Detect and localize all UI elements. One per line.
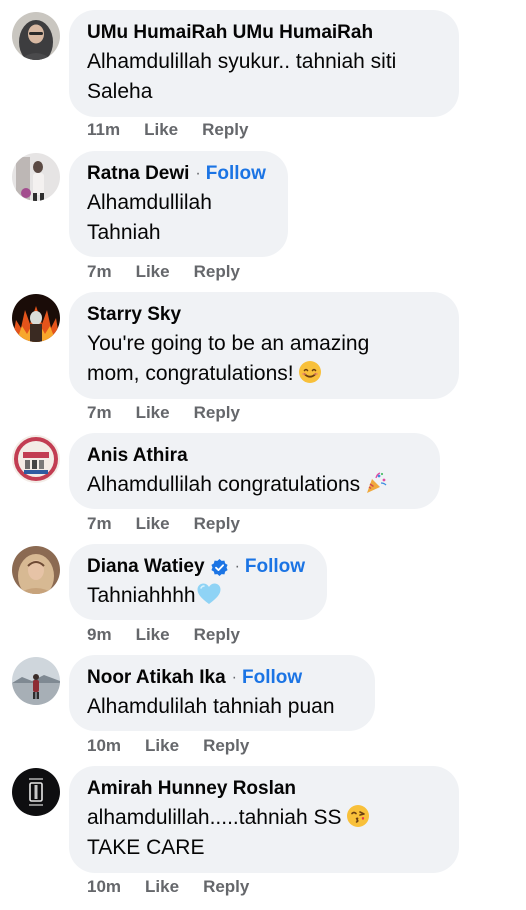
like-button[interactable]: Like: [145, 735, 179, 757]
follow-button[interactable]: Follow: [206, 160, 266, 188]
author-line: Noor Atikah Ika · Follow: [87, 664, 357, 692]
author-line: UMu HumaiRah UMu HumaiRah: [87, 19, 441, 47]
comment-actions: 9m Like Reply: [87, 624, 240, 646]
comment-bubble: Starry Sky You're going to be an amazing…: [69, 292, 459, 399]
face-blowing-kiss-emoji-icon: [346, 804, 370, 828]
comment-text: alhamdulillah.....tahniah SS TAKE CARE: [87, 803, 441, 863]
comment-time[interactable]: 10m: [87, 735, 121, 757]
profile-photo-hijab-woman-icon: [12, 12, 60, 60]
avatar[interactable]: [12, 657, 60, 705]
profile-photo-dark-logo-icon: [12, 768, 60, 816]
author-name[interactable]: Noor Atikah Ika: [87, 664, 226, 692]
comment-text: Tahniahhhh: [87, 581, 309, 611]
comment-time[interactable]: 9m: [87, 624, 112, 646]
avatar[interactable]: [12, 12, 60, 60]
comment-text-second-line: TAKE CARE: [87, 836, 205, 859]
author-line: Ratna Dewi · Follow: [87, 160, 270, 188]
comment-text-first-line: alhamdulillah.....tahniah SS: [87, 806, 342, 829]
like-button[interactable]: Like: [145, 876, 179, 898]
comment-bubble: Noor Atikah Ika · Follow Alhamdulilah ta…: [69, 655, 375, 731]
reply-button[interactable]: Reply: [202, 119, 248, 141]
comment-actions: 10m Like Reply: [87, 735, 249, 757]
comment-actions: 10m Like Reply: [87, 876, 249, 898]
reply-button[interactable]: Reply: [194, 402, 240, 424]
separator-dot: ·: [195, 165, 201, 182]
party-popper-emoji-icon: [364, 471, 388, 495]
author-line: Amirah Hunney Roslan: [87, 775, 441, 803]
comment-time[interactable]: 7m: [87, 402, 112, 424]
separator-dot: ·: [231, 669, 237, 686]
like-button[interactable]: Like: [136, 624, 170, 646]
light-blue-heart-emoji-icon: [196, 582, 222, 606]
comment-text: Alhamdullilah congratulations: [87, 470, 422, 500]
profile-photo-family-banner-icon: [12, 435, 60, 483]
comment-text: You're going to be an amazing mom, congr…: [87, 329, 441, 389]
avatar[interactable]: [12, 546, 60, 594]
avatar[interactable]: [12, 768, 60, 816]
avatar[interactable]: [12, 153, 60, 201]
comment-text: Alhamdulillah syukur.. tahniah siti Sale…: [87, 50, 397, 103]
comment-bubble: UMu HumaiRah UMu HumaiRah Alhamdulillah …: [69, 10, 459, 117]
like-button[interactable]: Like: [144, 119, 178, 141]
like-button[interactable]: Like: [136, 402, 170, 424]
reply-button[interactable]: Reply: [194, 261, 240, 283]
comment-actions: 11m Like Reply: [87, 119, 248, 141]
profile-photo-hijab-portrait-icon: [12, 546, 60, 594]
comment-actions: 7m Like Reply: [87, 402, 240, 424]
author-name[interactable]: Ratna Dewi: [87, 160, 189, 188]
follow-button[interactable]: Follow: [242, 664, 302, 692]
reply-button[interactable]: Reply: [194, 624, 240, 646]
author-name[interactable]: Diana Watiey: [87, 553, 205, 581]
author-line: Anis Athira: [87, 442, 422, 470]
comment-text: Alhamdullilah Tahniah: [87, 191, 212, 244]
author-name[interactable]: UMu HumaiRah UMu HumaiRah: [87, 19, 373, 47]
comment-bubble: Ratna Dewi · Follow Alhamdullilah Tahnia…: [69, 151, 288, 257]
comment-time[interactable]: 7m: [87, 261, 112, 283]
reply-button[interactable]: Reply: [194, 513, 240, 535]
author-name[interactable]: Amirah Hunney Roslan: [87, 775, 296, 803]
avatar[interactable]: [12, 435, 60, 483]
verified-badge-icon: [210, 558, 229, 577]
comment-bubble: Amirah Hunney Roslan alhamdulillah.....t…: [69, 766, 459, 873]
author-line: Starry Sky: [87, 301, 441, 329]
profile-photo-landscape-person-icon: [12, 657, 60, 705]
comment-text-content: Alhamdullilah congratulations: [87, 473, 361, 496]
comment-time[interactable]: 7m: [87, 513, 112, 535]
profile-photo-fire-figure-icon: [12, 294, 60, 342]
reply-button[interactable]: Reply: [203, 876, 249, 898]
author-name[interactable]: Starry Sky: [87, 301, 181, 329]
comment-text-content: alhamdulillah.....tahniah SS TAKE CARE: [87, 804, 370, 859]
avatar[interactable]: [12, 294, 60, 342]
comment-text-content: You're going to be an amazing mom, congr…: [87, 332, 370, 385]
comment-actions: 7m Like Reply: [87, 261, 240, 283]
comment-bubble: Diana Watiey · Follow Tahniahhhh: [69, 544, 327, 620]
separator-dot: ·: [234, 558, 240, 575]
comment-text: Alhamdulilah tahniah puan: [87, 695, 335, 718]
profile-photo-mirror-selfie-icon: [12, 153, 60, 201]
smiling-face-emoji-icon: [298, 360, 322, 384]
reply-button[interactable]: Reply: [203, 735, 249, 757]
like-button[interactable]: Like: [136, 261, 170, 283]
comment-time[interactable]: 11m: [87, 119, 120, 141]
comment-text-content: Tahniahhhh: [87, 584, 196, 607]
comment-time[interactable]: 10m: [87, 876, 121, 898]
like-button[interactable]: Like: [136, 513, 170, 535]
comment-actions: 7m Like Reply: [87, 513, 240, 535]
comment-bubble: Anis Athira Alhamdullilah congratulation…: [69, 433, 440, 509]
author-line: Diana Watiey · Follow: [87, 553, 309, 581]
follow-button[interactable]: Follow: [245, 553, 305, 581]
author-name[interactable]: Anis Athira: [87, 442, 188, 470]
